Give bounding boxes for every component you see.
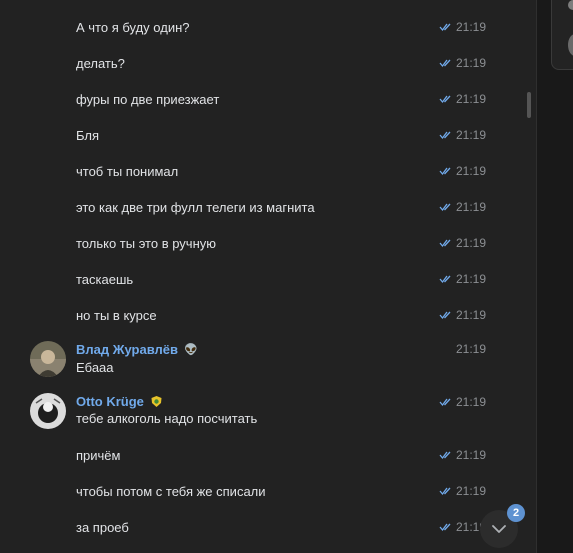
message-time: 21:19: [439, 236, 486, 250]
message-text: за проеб: [76, 520, 129, 535]
time-label: 21:19: [455, 128, 486, 142]
message-text: делать?: [76, 56, 125, 71]
message-text: А что я буду один?: [76, 20, 190, 35]
author[interactable]: Otto Krüge: [76, 394, 163, 409]
read-ticks-icon: [439, 203, 451, 212]
message-time: 21:19: [439, 395, 486, 409]
message-time: 21:19: [439, 308, 486, 322]
author-name[interactable]: Otto Krüge: [76, 394, 144, 409]
read-ticks-icon: [439, 167, 451, 176]
time-label: 21:19: [455, 200, 486, 214]
time-label: 21:19: [455, 56, 486, 70]
time-label: 21:19: [455, 484, 486, 498]
read-ticks-icon: [439, 23, 451, 32]
read-ticks-icon: [439, 239, 451, 248]
time-label: 21:19: [455, 395, 486, 409]
message-time: 21:19: [439, 200, 486, 214]
side-panel-card[interactable]: [551, 0, 573, 70]
message-text: это как две три фулл телеги из магнита: [76, 200, 315, 215]
side-panel: [537, 0, 573, 553]
read-ticks-icon: [439, 59, 451, 68]
message-time: 21:19: [439, 164, 486, 178]
message-text: тебе алкоголь надо посчитать: [76, 411, 258, 426]
message-text: Бля: [76, 128, 100, 143]
time-label: 21:19: [455, 164, 486, 178]
author-name[interactable]: Влад Журавлёв: [76, 342, 178, 357]
avatar-image: [30, 341, 66, 377]
read-ticks-icon: [439, 451, 451, 460]
read-ticks-icon: [439, 487, 451, 496]
message-text: чтобы потом с тебя же списали: [76, 484, 266, 499]
time-label: 21:19: [455, 20, 486, 34]
message-text: но ты в курсе: [76, 308, 157, 323]
author[interactable]: Влад Журавлёв 👽: [76, 342, 198, 357]
time-label: 21:19: [455, 92, 486, 106]
avatar-image: [30, 393, 66, 429]
time-label: 21:19: [455, 342, 486, 356]
time-label: 21:19: [455, 272, 486, 286]
message-text: чтоб ты понимал: [76, 164, 179, 179]
read-ticks-icon: [439, 131, 451, 140]
chat-history: А что я буду один? 21:19 делать? 21:19 ф…: [0, 0, 536, 553]
message-text: причём: [76, 448, 121, 463]
message-time: 21:19: [439, 484, 486, 498]
avatar[interactable]: [30, 341, 66, 377]
read-ticks-icon: [439, 95, 451, 104]
read-ticks-icon: [439, 275, 451, 284]
avatar[interactable]: [30, 393, 66, 429]
unread-count-badge: 2: [507, 504, 525, 522]
time-label: 21:19: [455, 236, 486, 250]
alien-emoji-icon: 👽: [184, 344, 198, 356]
message-time: 21:19: [439, 448, 486, 462]
shield-badge-icon: [151, 396, 162, 407]
message-text: таскаешь: [76, 272, 134, 287]
message-time: 21:19: [439, 20, 486, 34]
message-text: Ебааа: [76, 360, 114, 375]
message-time: 21:19: [456, 342, 486, 356]
message-time: 21:19: [439, 56, 486, 70]
message-time: 21:19: [439, 128, 486, 142]
time-label: 21:19: [455, 448, 486, 462]
message-time: 21:19: [439, 272, 486, 286]
message-time: 21:19: [439, 92, 486, 106]
time-label: 21:19: [455, 308, 486, 322]
chevron-down-icon: [492, 525, 506, 533]
message-text: только ты это в ручную: [76, 236, 216, 251]
read-ticks-icon: [439, 311, 451, 320]
message-text: фуры по две приезжает: [76, 92, 220, 107]
scrollbar[interactable]: [527, 92, 531, 118]
message-time: 21:19: [439, 520, 486, 534]
side-panel-avatar[interactable]: [568, 0, 573, 10]
read-ticks-icon: [439, 523, 451, 532]
read-ticks-icon: [439, 398, 451, 407]
